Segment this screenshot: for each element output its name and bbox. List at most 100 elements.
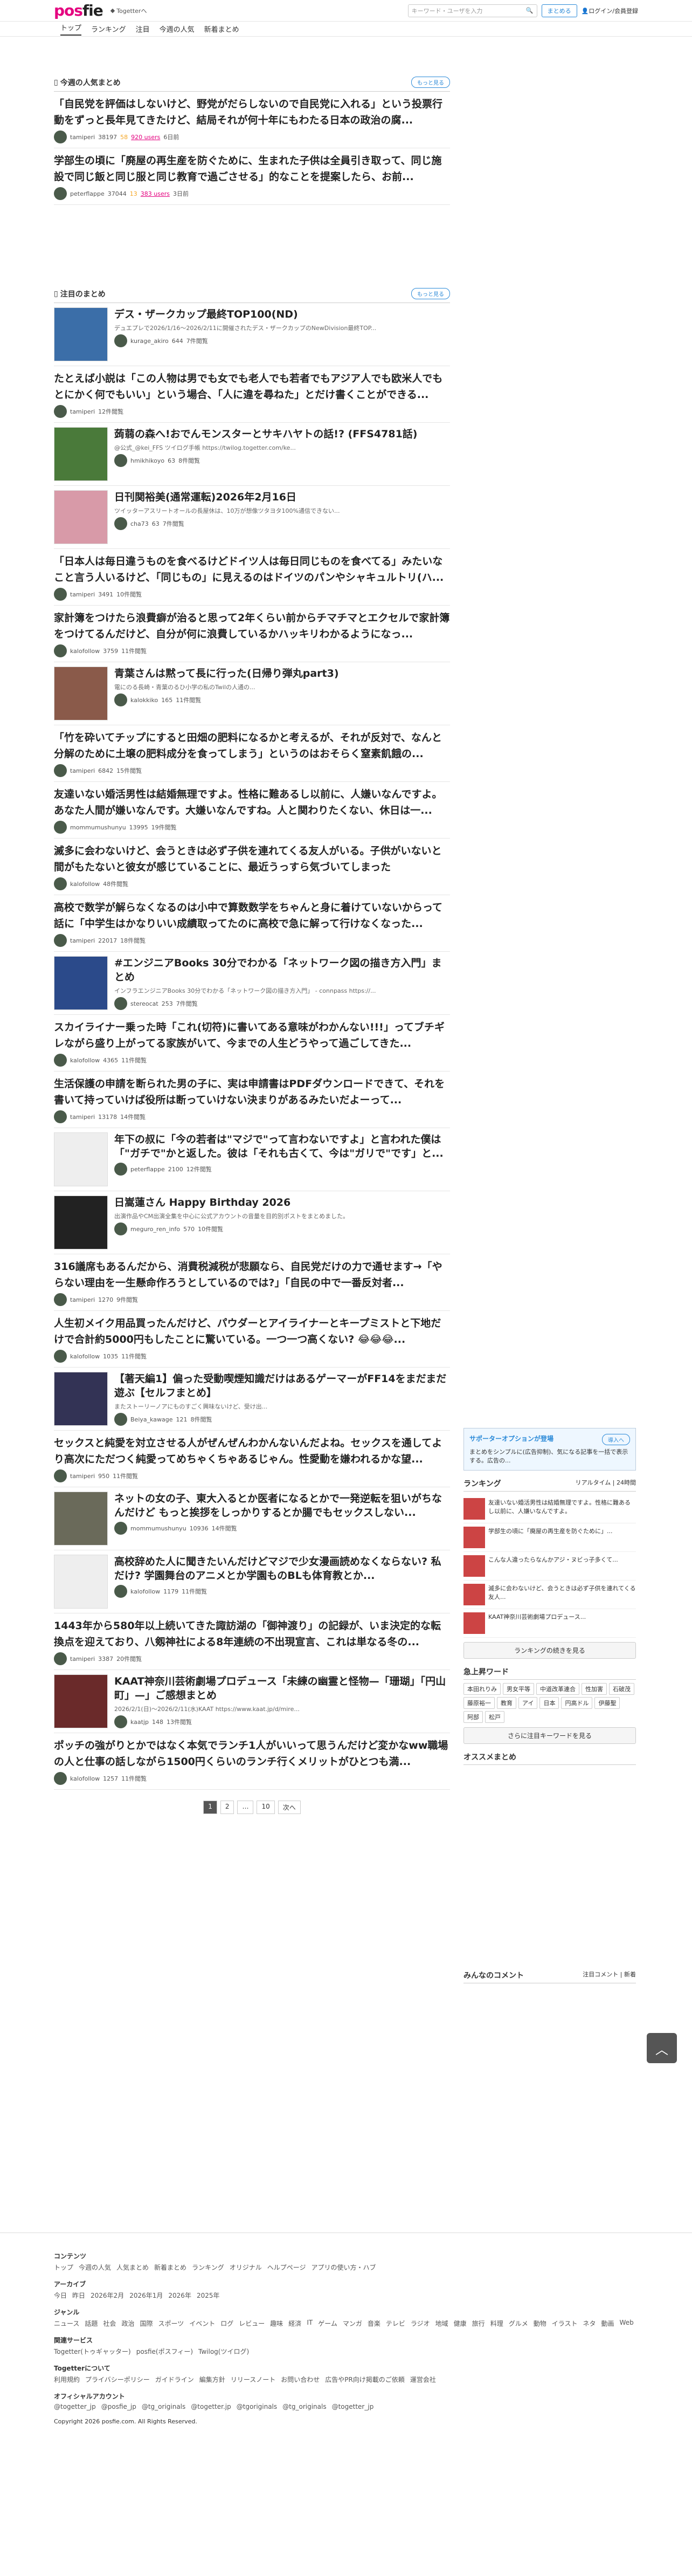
username[interactable]: kalofollow bbox=[130, 1588, 160, 1595]
thumbnail[interactable] bbox=[54, 1132, 108, 1186]
trend-word[interactable]: 阿部 bbox=[463, 1711, 483, 1723]
footer-link[interactable]: レビュー bbox=[239, 2319, 265, 2328]
list-item[interactable]: スカイライナー乗った時「これ(切符)に書いてある意味がわかんない!!!」ってブチ… bbox=[54, 1015, 450, 1071]
avatar[interactable] bbox=[114, 334, 127, 347]
list-item[interactable]: 青葉さんは黙って長に行った(日帰り弾丸part3) 電にのる長崎・青葉のるひ小学の… bbox=[54, 662, 450, 725]
footer-link[interactable]: @posfie_jp bbox=[101, 2403, 136, 2410]
username[interactable]: tamiperi bbox=[70, 591, 95, 598]
avatar[interactable] bbox=[114, 1163, 127, 1176]
footer-link[interactable]: 2025年 bbox=[197, 2291, 220, 2300]
footer-link[interactable]: 広告やPR向け掲載のご依頼 bbox=[325, 2375, 405, 2384]
username[interactable]: stereocat bbox=[130, 1000, 158, 1007]
footer-link[interactable]: Togetter(トゥギャッター) bbox=[54, 2347, 131, 2356]
footer-link[interactable]: posfie(ポスフィー) bbox=[136, 2347, 193, 2356]
username[interactable]: peterflappe bbox=[70, 190, 105, 197]
avatar[interactable] bbox=[54, 877, 67, 890]
tab-realtime[interactable]: リアルタイム bbox=[576, 1479, 611, 1486]
footer-link[interactable]: 政治 bbox=[121, 2319, 134, 2328]
username[interactable]: kurage_akiro bbox=[130, 338, 169, 345]
trend-word[interactable]: 中道改革連合 bbox=[536, 1683, 579, 1695]
username[interactable]: kalofollow bbox=[70, 1057, 100, 1064]
avatar[interactable] bbox=[54, 764, 67, 777]
avatar[interactable] bbox=[54, 1350, 67, 1363]
page-link[interactable]: 次へ bbox=[278, 1801, 301, 1814]
avatar[interactable] bbox=[114, 997, 127, 1010]
footer-link[interactable]: イベント bbox=[189, 2319, 215, 2328]
list-item[interactable]: 高校で数学が解らなくなるのは小中で算数数学をちゃんと身に着けていないからって話に… bbox=[54, 895, 450, 952]
footer-link[interactable]: 地域 bbox=[435, 2319, 448, 2328]
trend-word[interactable]: 教育 bbox=[497, 1697, 516, 1709]
item-title[interactable]: 1443年から580年以上続いてきた諏訪湖の「御神渡り」の記録が、いま決定的な転… bbox=[54, 1618, 450, 1650]
item-title[interactable]: 年下の叔に「今の若者は"マジで"って言わないですよ」と言われた僕は「"ガチで"か… bbox=[114, 1132, 450, 1160]
item-title[interactable]: 高校辞めた人に聞きたいんだけどマジで少女漫画読めなくならない? 私だけ? 学園舞… bbox=[114, 1555, 450, 1583]
avatar[interactable] bbox=[114, 1522, 127, 1535]
footer-link[interactable]: 動物 bbox=[534, 2319, 546, 2328]
tab-hot-comments[interactable]: 注目コメント bbox=[583, 1971, 618, 1978]
tab-new-comments[interactable]: 新着 bbox=[624, 1971, 636, 1978]
item-title[interactable]: たとえば小説は「この人物は男でも女でも老人でも若者でもアジア人でも欧米人でもとに… bbox=[54, 370, 450, 403]
item-title[interactable]: デス・ザークカップ最終TOP100(ND) bbox=[114, 307, 376, 321]
item-title[interactable]: 人生初メイク用品買ったんだけど、パウダーとアイライナーとキープミストと下地だけで… bbox=[54, 1315, 450, 1348]
ranking-title[interactable]: 学部生の頃に「廃屋の再生産を防ぐために」... bbox=[488, 1527, 613, 1548]
list-item[interactable]: ネットの女の子、東大入るとか医者になるとかで一発逆転を狙いがちなんだけど もっと… bbox=[54, 1487, 450, 1550]
username[interactable]: mommumushunyu bbox=[130, 1525, 186, 1532]
trend-word[interactable]: 伊藤聖 bbox=[594, 1697, 620, 1709]
list-item[interactable]: 学部生の頃に「廃屋の再生産を防ぐために、生まれた子供は全員引き取って、同じ施設で… bbox=[54, 148, 450, 205]
hot-users[interactable]: 383 users bbox=[141, 190, 170, 197]
footer-link[interactable]: ネタ bbox=[583, 2319, 596, 2328]
togetter-link[interactable]: ◆ Togetterへ bbox=[110, 6, 147, 15]
item-title[interactable]: 蒟蒻の森へ!おでんモンスターとサキハヤトの話!? (FFS4781話) bbox=[114, 427, 417, 441]
footer-link[interactable]: ニュース bbox=[54, 2319, 79, 2328]
footer-link[interactable]: 新着まとめ bbox=[154, 2263, 186, 2272]
thumbnail[interactable] bbox=[54, 667, 108, 720]
footer-link[interactable]: 運営会社 bbox=[410, 2375, 436, 2384]
avatar[interactable] bbox=[54, 934, 67, 947]
trend-word[interactable]: 本田れりみ bbox=[463, 1683, 501, 1695]
list-item[interactable]: たとえば小説は「この人物は男でも女でも老人でも若者でもアジア人でも欧米人でもとに… bbox=[54, 366, 450, 423]
list-item[interactable]: 蒟蒻の森へ!おでんモンスターとサキハヤトの話!? (FFS4781話) @公式_@… bbox=[54, 423, 450, 486]
footer-link[interactable]: 旅行 bbox=[472, 2319, 485, 2328]
username[interactable]: tamiperi bbox=[70, 1473, 95, 1480]
ranking-item[interactable]: 学部生の頃に「廃屋の再生産を防ぐために」... bbox=[463, 1523, 636, 1552]
footer-link[interactable]: プライバシーポリシー bbox=[85, 2375, 150, 2384]
item-title[interactable]: 「自民党を評価はしないけど、野党がだらしないので自民党に入れる」という投票行動を… bbox=[54, 96, 450, 128]
ranking-title[interactable]: 友達いない婚活男性は結婚無理ですよ。性格に難あるし以前に、人嫌いなんですよ。 bbox=[488, 1498, 636, 1520]
list-item[interactable]: KAAT神奈川芸術劇場プロデュース「未練の幽霊と怪物—「珊瑚」「円山町」—」ご感… bbox=[54, 1670, 450, 1733]
item-title[interactable]: スカイライナー乗った時「これ(切符)に書いてある意味がわかんない!!!」ってブチ… bbox=[54, 1019, 450, 1052]
avatar[interactable] bbox=[54, 1772, 67, 1785]
weekly-more-button[interactable]: もっと見る bbox=[411, 77, 450, 88]
list-item[interactable]: 「日本人は毎日違うものを食べるけどドイツ人は毎日同じものを食べてる」みたいなこと… bbox=[54, 549, 450, 606]
ranking-title[interactable]: KAAT神奈川芸術劇場プロデュース... bbox=[488, 1612, 586, 1634]
username[interactable]: kalofollow bbox=[70, 881, 100, 888]
footer-link[interactable]: 社会 bbox=[103, 2319, 116, 2328]
footer-link[interactable]: 健康 bbox=[454, 2319, 467, 2328]
avatar[interactable] bbox=[54, 405, 67, 418]
avatar[interactable] bbox=[54, 1469, 67, 1482]
username[interactable]: meguro_ren_info bbox=[130, 1226, 180, 1233]
username[interactable]: kaatjp bbox=[130, 1719, 149, 1726]
footer-link[interactable]: 音楽 bbox=[368, 2319, 380, 2328]
list-item[interactable]: 1443年から580年以上続いてきた諏訪湖の「御神渡り」の記録が、いま決定的な転… bbox=[54, 1613, 450, 1670]
footer-link[interactable]: テレビ bbox=[386, 2319, 405, 2328]
list-item[interactable]: デス・ザークカップ最終TOP100(ND) デュエプレで2026/1/16〜202… bbox=[54, 303, 450, 366]
username[interactable]: kalokkiko bbox=[130, 697, 158, 704]
item-title[interactable]: 「竹を砕いてチップにすると田畑の肥料になるかと考えるが、それが反対で、なんと分解… bbox=[54, 730, 450, 762]
page-link[interactable]: 1 bbox=[203, 1801, 217, 1814]
avatar[interactable] bbox=[54, 1110, 67, 1123]
footer-link[interactable]: お問い合わせ bbox=[281, 2375, 320, 2384]
item-title[interactable]: 青葉さんは黙って長に行った(日帰り弾丸part3) bbox=[114, 667, 339, 681]
ranking-title[interactable]: こんな人違ったらなんかアジ・ヌビっ子多くて... bbox=[488, 1555, 618, 1577]
trend-word[interactable]: 藤原裕一 bbox=[463, 1697, 495, 1709]
list-item[interactable]: 人生初メイク用品買ったんだけど、パウダーとアイライナーとキープミストと下地だけで… bbox=[54, 1311, 450, 1368]
ranking-more-button[interactable]: ランキングの続きを見る bbox=[463, 1642, 636, 1659]
footer-link[interactable]: ゲーム bbox=[318, 2319, 337, 2328]
username[interactable]: Beiya_kawage bbox=[130, 1416, 173, 1423]
avatar[interactable] bbox=[54, 1293, 67, 1306]
footer-link[interactable]: @togetter.jp bbox=[191, 2403, 231, 2410]
list-item[interactable]: 年下の叔に「今の若者は"マジで"って言わないですよ」と言われた僕は「"ガチで"か… bbox=[54, 1128, 450, 1191]
footer-link[interactable]: 話題 bbox=[85, 2319, 98, 2328]
footer-link[interactable]: @togetter_jp bbox=[332, 2403, 374, 2410]
avatar[interactable] bbox=[54, 1054, 67, 1067]
login-link[interactable]: 👤ログイン/会員登録 bbox=[582, 6, 638, 15]
list-item[interactable]: ポッチの強がりとかではなく本気でランチ1人がいいって思うんだけど変かなww職場の… bbox=[54, 1733, 450, 1790]
